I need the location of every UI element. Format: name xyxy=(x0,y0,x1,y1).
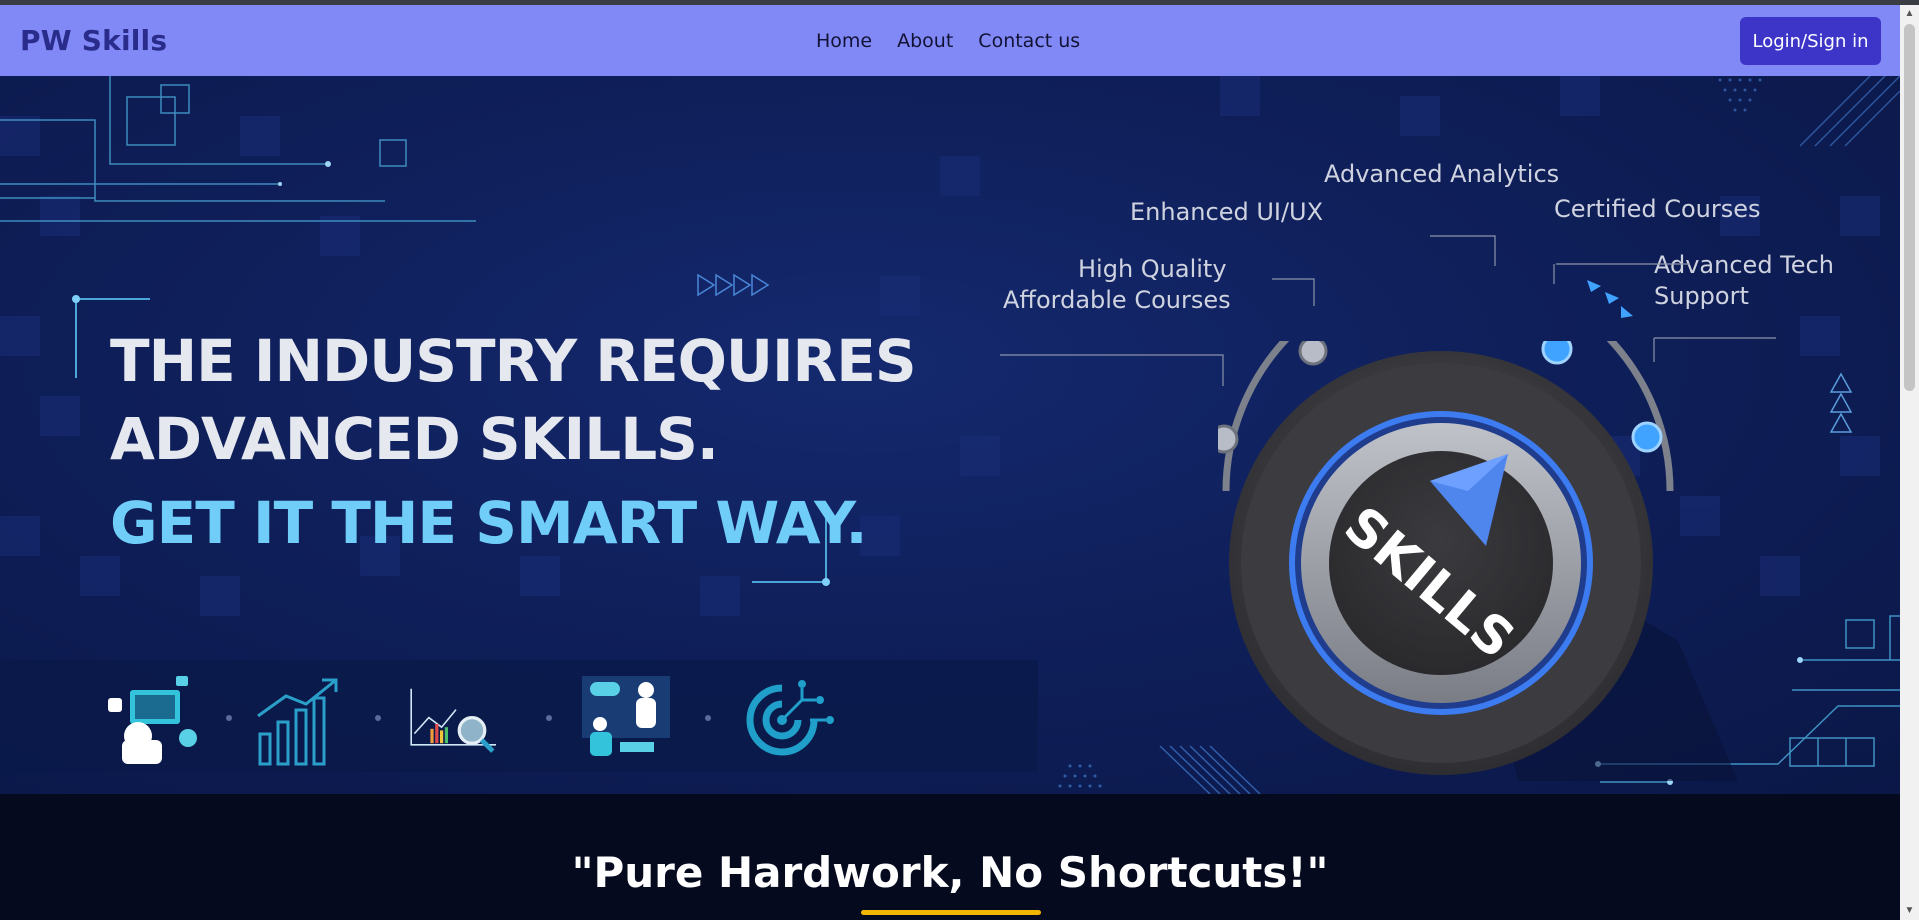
nav-contact-link[interactable]: Contact us xyxy=(978,30,1080,52)
scroll-up-arrow-icon[interactable]: ▲ xyxy=(1903,8,1916,19)
nav-links: Home About Contact us xyxy=(816,5,1080,76)
hero-banner: THE INDUSTRY REQUIRES ADVANCED SKILLS. G… xyxy=(0,76,1900,794)
brand-logo[interactable]: PW Skills xyxy=(20,24,167,57)
login-signin-button[interactable]: Login/Sign in xyxy=(1740,17,1881,65)
scrollbar-thumb[interactable] xyxy=(1904,24,1915,391)
hero-headline: THE INDUSTRY REQUIRES ADVANCED SKILLS. G… xyxy=(110,322,917,562)
strip-separator-dots xyxy=(226,715,711,721)
headline-line-1: THE INDUSTRY REQUIRES xyxy=(110,327,917,395)
headline-line-2: ADVANCED SKILLS. xyxy=(110,405,719,473)
nav-home-link[interactable]: Home xyxy=(816,30,872,52)
motto-heading: "Pure Hardwork, No Shortcuts!" xyxy=(571,848,1329,897)
nav-about-link[interactable]: About xyxy=(897,30,953,52)
label-leader-lines xyxy=(1000,235,1776,386)
motto-underline xyxy=(861,910,1041,915)
headline-accent: GET IT THE SMART WAY. xyxy=(110,489,868,557)
navbar: PW Skills Home About Contact us Login/Si… xyxy=(0,5,1900,76)
scroll-down-arrow-icon[interactable]: ▼ xyxy=(1903,905,1916,916)
